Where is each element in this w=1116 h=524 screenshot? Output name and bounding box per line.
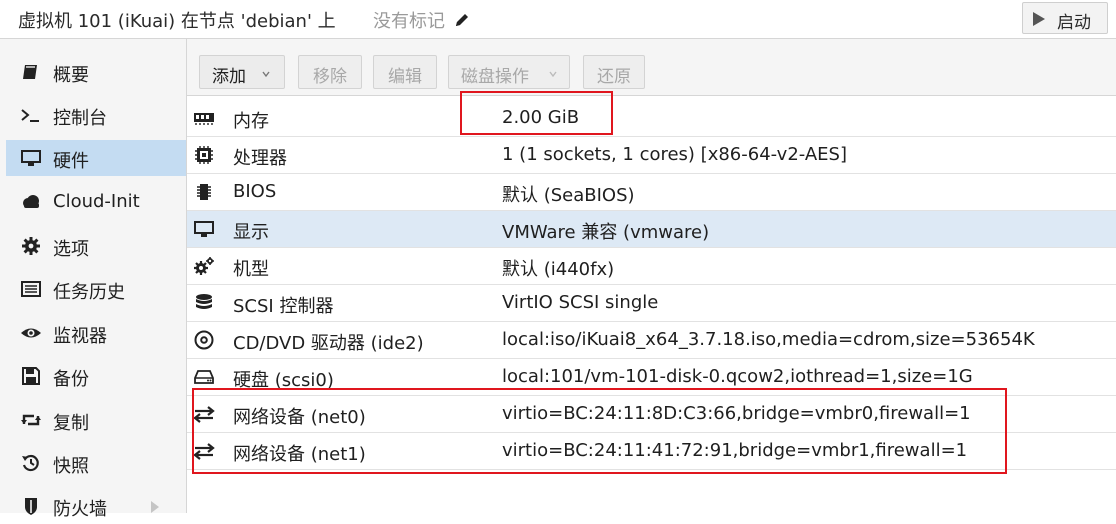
hardware-value: VMWare 兼容 (vmware)	[502, 222, 710, 243]
sidebar-item-console[interactable]: 控制台	[6, 97, 186, 133]
cogs-icon	[194, 257, 214, 275]
hardware-row-net0[interactable]: 网络设备 (net0) virtio=BC:24:11:8D:C3:66,bri…	[187, 396, 1116, 433]
hardware-name: 网络设备 (net1)	[233, 444, 366, 465]
expand-arrow-icon[interactable]	[151, 501, 159, 513]
monitor-icon	[21, 150, 41, 166]
sidebar-item-label: 复制	[53, 413, 89, 434]
revert-button[interactable]: 还原	[583, 55, 645, 89]
chevron-down-icon	[262, 71, 270, 78]
hardware-name: 显示	[233, 222, 269, 243]
hardware-row-processor[interactable]: 处理器 1 (1 sockets, 1 cores) [x86-64-v2-AE…	[187, 137, 1116, 174]
sidebar-item-replication[interactable]: 复制	[6, 402, 186, 438]
toolbar: 添加 移除 编辑 磁盘操作 还原	[187, 39, 1116, 96]
hardware-value: 默认 (SeaBIOS)	[502, 185, 635, 206]
hdd-icon	[194, 370, 214, 384]
floppy-icon	[22, 367, 40, 385]
sidebar-item-task-history[interactable]: 任务历史	[6, 271, 186, 307]
hardware-name: 网络设备 (net0)	[233, 407, 366, 428]
cpu-icon	[195, 146, 213, 164]
hardware-value: local:101/vm-101-disk-0.qcow2,iothread=1…	[502, 366, 973, 387]
page-header: 虚拟机 101 (iKuai) 在节点 'debian' 上 没有标记 启动	[0, 0, 1116, 39]
sidebar-item-label: 防火墙	[53, 499, 107, 520]
sidebar-item-snapshot[interactable]: 快照	[6, 445, 186, 481]
hardware-row-bios[interactable]: BIOS 默认 (SeaBIOS)	[187, 174, 1116, 211]
sidebar-item-label: 概要	[53, 65, 89, 86]
sidebar-item-backup[interactable]: 备份	[6, 358, 186, 394]
hardware-name: CD/DVD 驱动器 (ide2)	[233, 333, 424, 354]
disk-action-button-label: 磁盘操作	[461, 67, 529, 87]
sidebar-item-label: 快照	[53, 456, 89, 477]
sidebar-item-label: 备份	[53, 369, 89, 390]
sidebar-item-label: 控制台	[53, 108, 107, 129]
hardware-row-display[interactable]: 显示 VMWare 兼容 (vmware)	[187, 211, 1116, 248]
add-button-label: 添加	[212, 67, 246, 87]
revert-button-label: 还原	[597, 67, 631, 87]
hardware-value: virtio=BC:24:11:8D:C3:66,bridge=vmbr0,fi…	[502, 403, 971, 424]
hardware-value: 默认 (i440fx)	[502, 259, 615, 280]
edit-button-label: 编辑	[388, 67, 422, 87]
hardware-name: 内存	[233, 111, 269, 132]
hardware-value: local:iso/iKuai8_x64_3.7.18.iso,media=cd…	[502, 329, 1035, 350]
hardware-row-net1[interactable]: 网络设备 (net1) virtio=BC:24:11:41:72:91,bri…	[187, 433, 1116, 470]
pencil-icon[interactable]	[453, 11, 471, 29]
hardware-name: 机型	[233, 259, 269, 280]
sidebar-item-label: 选项	[53, 239, 89, 260]
chip-icon	[197, 184, 211, 200]
hardware-row-scsi-controller[interactable]: SCSI 控制器 VirtIO SCSI single	[187, 285, 1116, 322]
hardware-name: SCSI 控制器	[233, 296, 334, 317]
gear-icon	[22, 237, 40, 255]
sidebar-item-label: 硬件	[53, 151, 89, 172]
start-button-label: 启动	[1057, 13, 1091, 33]
tags-field[interactable]: 没有标记	[373, 7, 471, 33]
sidebar-item-hardware[interactable]: 硬件	[6, 140, 186, 176]
hardware-value: 2.00 GiB	[502, 107, 580, 128]
sidebar-item-cloud-init[interactable]: Cloud-Init	[6, 184, 186, 220]
hardware-name: BIOS	[233, 181, 277, 202]
history-icon	[22, 454, 39, 472]
play-icon	[1033, 12, 1045, 26]
page-title: 虚拟机 101 (iKuai) 在节点 'debian' 上	[18, 11, 336, 32]
hardware-row-memory[interactable]: 内存 2.00 GiB	[187, 100, 1116, 137]
cloud-icon	[23, 195, 39, 208]
start-button[interactable]: 启动	[1022, 2, 1108, 34]
hardware-row-cdrom[interactable]: CD/DVD 驱动器 (ide2) local:iso/iKuai8_x64_3…	[187, 322, 1116, 359]
exchange-icon	[193, 443, 215, 460]
list-icon	[21, 281, 41, 297]
sidebar-item-options[interactable]: 选项	[6, 228, 186, 264]
database-icon	[196, 294, 212, 309]
tags-label: 没有标记	[373, 11, 445, 32]
hardware-name: 硬盘 (scsi0)	[233, 370, 334, 391]
edit-button[interactable]: 编辑	[373, 55, 437, 89]
sidebar-item-firewall[interactable]: 防火墙	[6, 488, 186, 524]
hardware-value: 1 (1 sockets, 1 cores) [x86-64-v2-AES]	[502, 144, 848, 165]
remove-button-label: 移除	[313, 67, 347, 87]
retweet-icon	[21, 414, 41, 426]
book-icon	[23, 65, 37, 79]
hardware-row-hard-disk[interactable]: 硬盘 (scsi0) local:101/vm-101-disk-0.qcow2…	[187, 359, 1116, 396]
hardware-value: virtio=BC:24:11:41:72:91,bridge=vmbr1,fi…	[502, 440, 968, 461]
eye-icon	[21, 328, 41, 338]
sidebar-item-monitor[interactable]: 监视器	[6, 315, 186, 351]
cdrom-icon	[194, 330, 214, 350]
hardware-value: VirtIO SCSI single	[502, 292, 659, 313]
remove-button[interactable]: 移除	[298, 55, 362, 89]
sidebar: 概要 控制台 硬件 Cloud-Init 选项 任务历史 监视器 备份 复制 快…	[0, 39, 187, 520]
hardware-name: 处理器	[233, 148, 287, 169]
terminal-icon	[21, 109, 39, 122]
add-button[interactable]: 添加	[199, 55, 285, 89]
sidebar-item-label: 监视器	[53, 326, 107, 347]
sidebar-item-label: Cloud-Init	[53, 191, 140, 212]
memory-icon	[194, 113, 214, 125]
hardware-row-machine[interactable]: 机型 默认 (i440fx)	[187, 248, 1116, 285]
chevron-down-icon	[549, 71, 557, 78]
display-icon	[194, 221, 214, 237]
disk-action-button[interactable]: 磁盘操作	[448, 55, 570, 89]
sidebar-item-summary[interactable]: 概要	[6, 54, 186, 90]
sidebar-item-label: 任务历史	[53, 282, 125, 303]
exchange-icon	[193, 406, 215, 423]
shield-icon	[25, 498, 37, 515]
